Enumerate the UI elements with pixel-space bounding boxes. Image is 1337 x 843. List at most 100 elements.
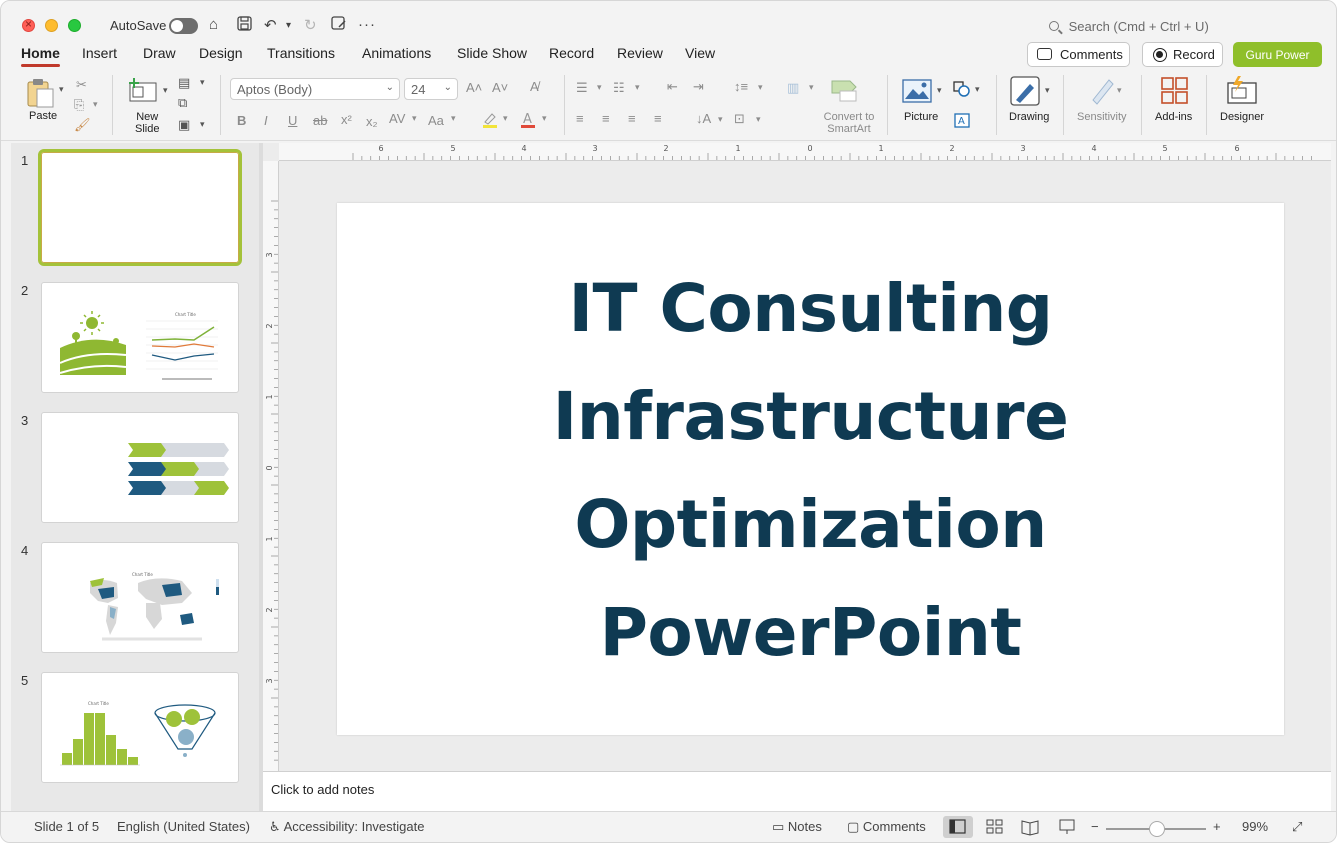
line-spacing-icon[interactable]: ↕≡ (734, 79, 748, 94)
copy-dropdown-icon[interactable]: ▾ (93, 99, 98, 110)
search-box[interactable]: Search (Cmd + Ctrl + U) (1049, 19, 1209, 34)
more-icon[interactable]: ··· (358, 16, 376, 33)
align-right-icon[interactable]: ≡ (628, 111, 636, 126)
slideshow-view-button[interactable] (1052, 816, 1082, 838)
format-painter-icon[interactable]: 🖌 (74, 117, 91, 133)
designer-icon[interactable] (1226, 75, 1258, 112)
columns-dropdown-icon[interactable]: ▾ (809, 82, 814, 93)
tab-draw[interactable]: Draw (143, 45, 176, 61)
fit-slide-icon[interactable]: ⤢ (1292, 819, 1302, 835)
zoom-window-button[interactable] (68, 19, 81, 32)
picture-icon[interactable] (902, 79, 932, 108)
layout-icon[interactable]: ▤ (178, 75, 190, 91)
paste-dropdown-icon[interactable]: ▾ (59, 84, 64, 95)
text-direction-icon[interactable]: ↓A (696, 111, 711, 126)
notes-pane[interactable]: Click to add notes (263, 771, 1331, 811)
autosave-toggle[interactable] (169, 18, 198, 34)
normal-view-button[interactable] (943, 816, 973, 838)
increase-font-icon[interactable]: A˄ (466, 80, 482, 95)
subscript-icon[interactable]: x₂ (366, 114, 378, 129)
picture-dropdown-icon[interactable]: ▾ (937, 85, 942, 96)
bullets-icon[interactable]: ☰ (576, 80, 588, 96)
zoom-out-button[interactable]: − (1091, 819, 1099, 834)
new-slide-dropdown-icon[interactable]: ▾ (163, 85, 168, 96)
reset-icon[interactable]: ⧉ (178, 95, 187, 111)
character-spacing-icon[interactable]: AV (389, 111, 405, 126)
slide-thumbnail-4[interactable]: Chart Title (41, 542, 239, 653)
columns-icon[interactable]: ▥ (787, 80, 799, 96)
undo-icon[interactable]: ↶ (264, 16, 277, 34)
drawing-icon[interactable] (1010, 76, 1042, 113)
bold-icon[interactable]: B (237, 113, 246, 128)
case-dropdown-icon[interactable]: ▾ (451, 113, 456, 124)
slide-sorter-button[interactable] (980, 816, 1010, 838)
font-size-select[interactable]: 24 ⌄ (404, 78, 458, 100)
zoom-slider-knob[interactable] (1149, 821, 1165, 837)
section-icon[interactable]: ▣ (178, 117, 190, 133)
justify-icon[interactable]: ≡ (654, 111, 662, 126)
drawing-dropdown-icon[interactable]: ▾ (1045, 85, 1050, 96)
notes-toggle[interactable]: ▭ Notes (772, 819, 822, 835)
highlight-icon[interactable] (482, 111, 498, 132)
sensitivity-dropdown-icon[interactable]: ▾ (1117, 85, 1122, 96)
redo-icon[interactable]: ↻ (304, 16, 317, 34)
font-color-icon[interactable]: A (520, 111, 536, 132)
record-button[interactable]: Record (1142, 42, 1223, 67)
align-text-dropdown-icon[interactable]: ▾ (756, 114, 761, 125)
shapes-icon[interactable] (953, 81, 971, 102)
sensitivity-icon[interactable] (1089, 76, 1117, 111)
paste-icon[interactable] (25, 77, 55, 114)
current-slide[interactable]: IT Consulting Infrastructure Optimizatio… (337, 203, 1284, 735)
slide-thumbnail-3[interactable] (41, 412, 239, 523)
underline-icon[interactable]: U (288, 113, 297, 128)
align-center-icon[interactable]: ≡ (602, 111, 610, 126)
tab-animations[interactable]: Animations (362, 45, 431, 61)
language-indicator[interactable]: English (United States) (117, 819, 250, 834)
italic-icon[interactable]: I (264, 113, 268, 128)
numbering-icon[interactable]: ☷ (613, 80, 625, 96)
superscript-icon[interactable]: x² (341, 112, 352, 127)
change-case-icon[interactable]: Aa (428, 113, 444, 128)
guru-power-button[interactable]: Guru Power (1233, 42, 1322, 67)
comments-toggle[interactable]: ▢ Comments (847, 819, 926, 835)
decrease-font-icon[interactable]: A˅ (492, 80, 508, 95)
reading-view-button[interactable] (1015, 816, 1045, 838)
zoom-level[interactable]: 99% (1242, 819, 1268, 834)
comments-button[interactable]: Comments (1027, 42, 1130, 67)
tab-home[interactable]: Home (21, 45, 60, 67)
add-ins-icon[interactable] (1160, 76, 1190, 111)
undo-dropdown-icon[interactable]: ▾ (286, 20, 291, 31)
increase-indent-icon[interactable]: ⇥ (693, 79, 704, 95)
font-color-dropdown-icon[interactable]: ▾ (542, 113, 547, 124)
shapes-dropdown-icon[interactable]: ▾ (975, 84, 980, 95)
customize-icon[interactable] (331, 16, 347, 35)
strikethrough-icon[interactable]: ab (313, 113, 327, 128)
text-box-icon[interactable]: A (954, 113, 970, 133)
copy-icon[interactable]: ⎘ (74, 97, 84, 113)
line-spacing-dropdown-icon[interactable]: ▾ (758, 82, 763, 93)
tab-transitions[interactable]: Transitions (267, 45, 335, 61)
slide-title[interactable]: IT Consulting Infrastructure Optimizatio… (337, 255, 1284, 687)
accessibility-button[interactable]: ♿︎ Accessibility: Investigate (269, 819, 424, 835)
highlight-dropdown-icon[interactable]: ▾ (503, 113, 508, 124)
spacing-dropdown-icon[interactable]: ▾ (412, 113, 417, 124)
numbering-dropdown-icon[interactable]: ▾ (635, 82, 640, 93)
cut-icon[interactable]: ✂ (76, 77, 87, 93)
slide-thumbnail-1[interactable] (38, 149, 242, 266)
tab-insert[interactable]: Insert (82, 45, 117, 61)
smartart-icon[interactable] (830, 77, 860, 108)
save-icon[interactable] (237, 16, 252, 35)
tab-design[interactable]: Design (199, 45, 243, 61)
tab-slide-show[interactable]: Slide Show (457, 45, 527, 61)
font-name-select[interactable]: Aptos (Body) ⌄ (230, 78, 400, 100)
tab-review[interactable]: Review (617, 45, 663, 61)
tab-record[interactable]: Record (549, 45, 594, 61)
align-text-icon[interactable]: ⊡ (734, 111, 745, 127)
home-icon[interactable]: ⌂ (209, 16, 218, 33)
close-window-button[interactable] (22, 17, 35, 32)
decrease-indent-icon[interactable]: ⇤ (667, 79, 678, 95)
new-slide-icon[interactable] (128, 77, 158, 108)
clear-formatting-icon[interactable]: A̸ (530, 79, 539, 94)
minimize-window-button[interactable] (45, 19, 58, 32)
tab-view[interactable]: View (685, 45, 715, 61)
